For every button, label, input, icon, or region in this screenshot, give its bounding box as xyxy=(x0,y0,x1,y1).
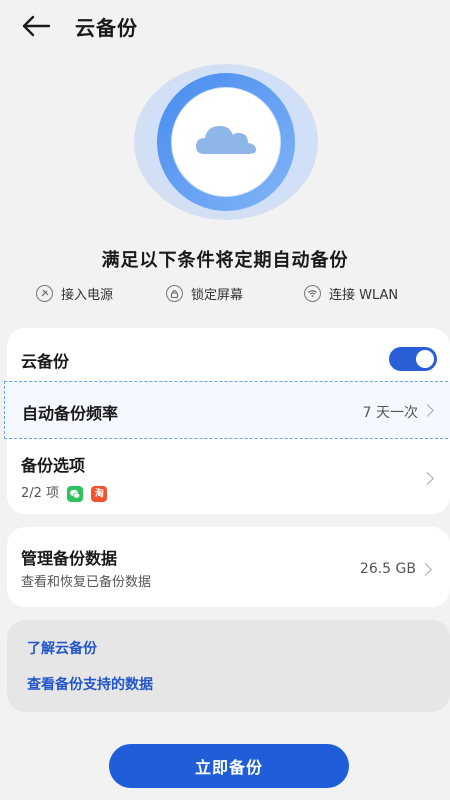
condition-lock: 锁定屏幕 xyxy=(166,284,243,303)
lock-icon xyxy=(166,285,183,302)
conditions-list: 接入电源 锁定屏幕 连接 WLAN xyxy=(0,284,450,304)
backup-frequency-row[interactable]: 自动备份频率 7 天一次 xyxy=(4,381,450,439)
power-plug-icon xyxy=(36,285,53,302)
chevron-right-icon xyxy=(421,404,434,417)
cloud-ring-icon xyxy=(134,64,318,220)
condition-power: 接入电源 xyxy=(36,284,113,303)
frequency-value: 7 天一次 xyxy=(362,405,418,421)
backup-settings-card: 云备份 自动备份频率 7 天一次 备份选项 2/2 项 淘 xyxy=(4,328,450,514)
condition-label: 连接 WLAN xyxy=(329,288,399,303)
learn-cloud-backup-link[interactable]: 了解云备份 xyxy=(27,638,97,658)
cloud-backup-label: 云备份 xyxy=(21,352,70,371)
app-header: 云备份 xyxy=(0,0,450,52)
options-label: 备份选项 xyxy=(21,456,86,475)
condition-label: 锁定屏幕 xyxy=(191,288,244,303)
taobao-icon: 淘 xyxy=(91,485,108,502)
chevron-right-icon xyxy=(421,472,434,485)
help-links-card: 了解云备份 查看备份支持的数据 xyxy=(7,620,450,712)
options-sub: 2/2 项 淘 xyxy=(21,482,108,502)
manage-sub: 查看和恢复已备份数据 xyxy=(21,575,152,590)
condition-label: 接入电源 xyxy=(61,288,114,303)
options-count: 2/2 项 xyxy=(21,486,60,501)
cloud-backup-toggle[interactable] xyxy=(389,347,437,371)
manage-label: 管理备份数据 xyxy=(21,549,118,568)
backup-now-button[interactable]: 立即备份 xyxy=(109,744,349,788)
manage-data-card: 管理备份数据 查看和恢复已备份数据 26.5 GB xyxy=(7,527,450,607)
manage-backup-row[interactable]: 管理备份数据 查看和恢复已备份数据 26.5 GB xyxy=(7,527,450,607)
frequency-label: 自动备份频率 xyxy=(22,404,119,423)
manage-size: 26.5 GB xyxy=(359,561,416,577)
wechat-icon xyxy=(67,485,84,502)
condition-wlan: 连接 WLAN xyxy=(304,284,398,303)
back-button[interactable] xyxy=(18,10,54,42)
wifi-icon xyxy=(304,285,321,302)
supported-data-link[interactable]: 查看备份支持的数据 xyxy=(27,674,153,694)
cloud-hero-illustration xyxy=(130,62,322,222)
arrow-left-icon xyxy=(22,15,51,37)
page-title: 云备份 xyxy=(75,16,138,40)
toggle-knob xyxy=(416,350,434,368)
backup-options-row[interactable]: 备份选项 2/2 项 淘 xyxy=(7,442,450,510)
conditions-title: 满足以下条件将定期自动备份 xyxy=(101,250,349,271)
chevron-right-icon xyxy=(419,563,432,576)
